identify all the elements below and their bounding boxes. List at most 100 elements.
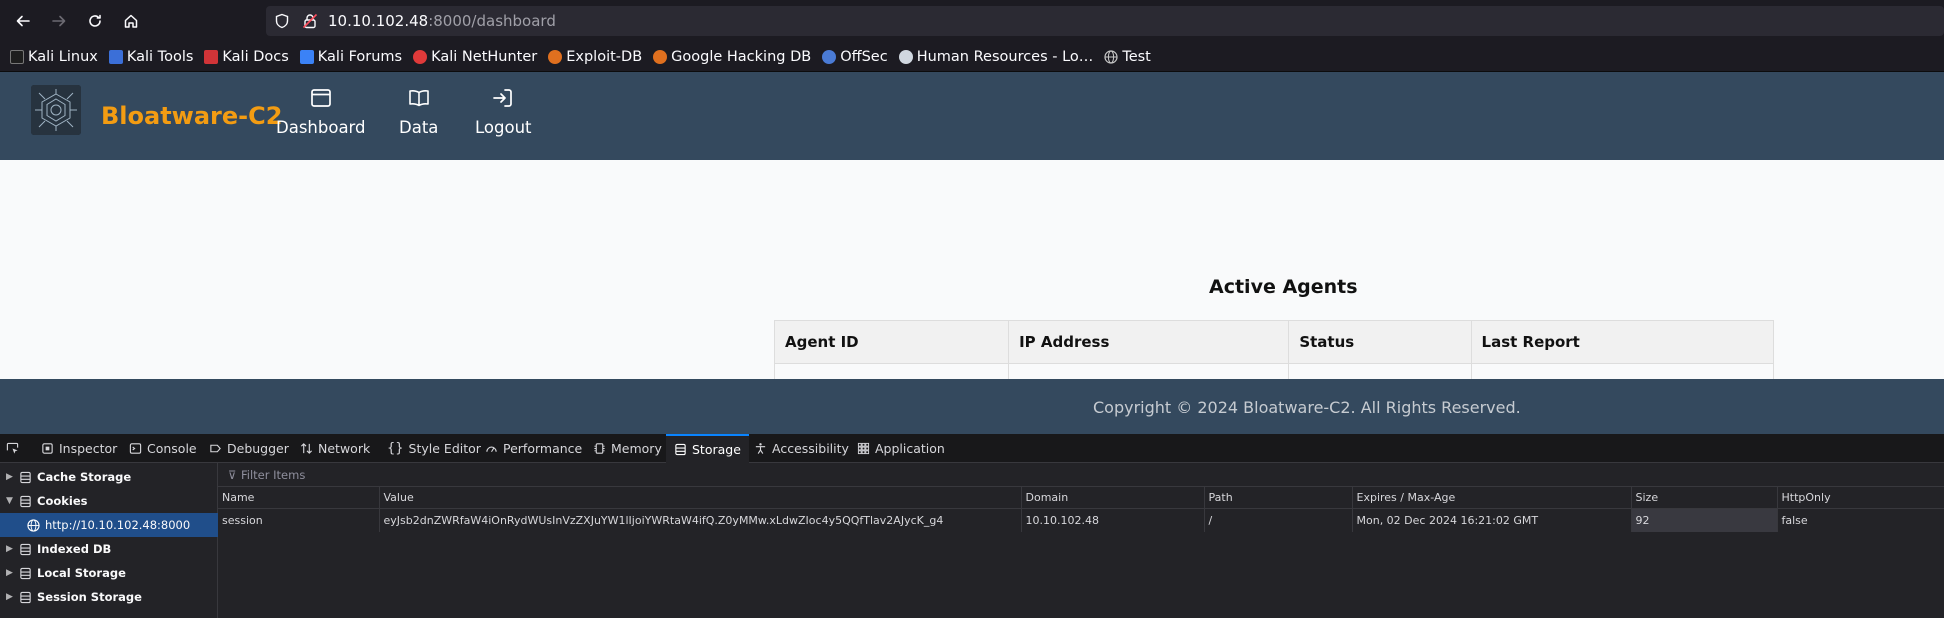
bookmark-label: Kali NetHunter (431, 48, 538, 65)
cookie-table: Name Value Domain Path Expires / Max-Age… (218, 487, 1944, 532)
back-button[interactable] (9, 8, 37, 34)
tree-cookie-origin[interactable]: http://10.10.102.48:8000 (0, 513, 218, 537)
bookmark-label: Google Hacking DB (671, 48, 812, 65)
url-text[interactable]: 10.10.102.48:8000/dashboard (328, 12, 556, 30)
tree-label: Session Storage (37, 590, 142, 604)
expand-arrow-icon[interactable]: ▶ (6, 592, 16, 602)
reload-button[interactable] (81, 8, 109, 34)
cookie-name[interactable]: session (218, 508, 380, 532)
bookmark-kali-docs[interactable]: Kali Docs (204, 49, 289, 65)
tab-debugger[interactable]: Debugger (209, 434, 289, 463)
nav-logout[interactable]: Logout (475, 86, 532, 137)
window-icon (310, 89, 331, 107)
cookie-size[interactable]: 92 (1631, 508, 1778, 532)
collapse-arrow-icon[interactable]: ▼ (6, 496, 16, 506)
filter-placeholder: Filter Items (241, 468, 306, 482)
col-domain[interactable]: Domain (1021, 487, 1205, 509)
col-name[interactable]: Name (218, 487, 380, 509)
bookmark-kali-tools[interactable]: Kali Tools (108, 48, 194, 65)
bookmark-test[interactable]: Test (1104, 49, 1151, 65)
nav-data-label: Data (399, 118, 439, 137)
bookmark-label: Kali Linux (28, 48, 98, 65)
tree-session-storage[interactable]: ▶ Session Storage (0, 585, 218, 609)
home-button[interactable] (117, 8, 145, 34)
tab-memory[interactable]: Memory (593, 434, 662, 463)
tab-accessibility[interactable]: Accessibility (754, 434, 849, 463)
tab-label: Debugger (227, 441, 289, 456)
offsec-icon (822, 49, 837, 64)
tab-label: Application (875, 441, 945, 456)
site-header: Bloatware-C2 Dashboard Data Logout (0, 72, 1944, 160)
nethunter-icon (413, 49, 428, 64)
bookmark-google-hacking-db[interactable]: Google Hacking DB (653, 49, 811, 65)
tab-inspector[interactable]: Inspector (41, 434, 117, 463)
col-expires[interactable]: Expires / Max-Age (1352, 487, 1632, 509)
reload-icon (89, 14, 101, 27)
tab-console[interactable]: Console (129, 434, 197, 463)
cookie-path[interactable]: / (1204, 508, 1353, 532)
tab-style-editor[interactable]: {} Style Editor (387, 434, 481, 463)
expand-arrow-icon[interactable]: ▶ (6, 544, 16, 554)
tab-label: Performance (503, 441, 583, 456)
bookmark-human-resources[interactable]: Human Resources - Lo… (898, 48, 1094, 65)
insecure-lock-icon[interactable] (302, 13, 318, 29)
gauge-icon (486, 446, 497, 453)
cookie-expires[interactable]: Mon, 02 Dec 2024 16:21:02 GMT (1352, 508, 1632, 532)
nav-logout-label: Logout (475, 118, 532, 137)
expand-arrow-icon[interactable]: ▶ (6, 568, 16, 578)
bookmark-label: Kali Forums (317, 48, 403, 65)
bookmark-kali-nethunter[interactable]: Kali NetHunter (413, 49, 537, 65)
forward-button[interactable] (45, 8, 73, 34)
devtools-panel: Inspector Console Debugger Network {} Sty… (0, 434, 1944, 618)
site-brand[interactable]: Bloatware-C2 (101, 102, 282, 130)
debugger-icon (210, 444, 221, 453)
bookmark-label: Exploit-DB (566, 48, 643, 65)
kali-dragon-icon (10, 49, 24, 64)
shield-icon[interactable] (274, 13, 290, 29)
col-value[interactable]: Value (379, 487, 1022, 509)
cookie-header-row: Name Value Domain Path Expires / Max-Age… (218, 487, 1944, 509)
col-httponly[interactable]: HttpOnly (1777, 487, 1944, 509)
tab-application[interactable]: Application (857, 434, 945, 463)
tab-performance[interactable]: Performance (485, 434, 582, 463)
cookie-httponly[interactable]: false (1777, 508, 1944, 532)
picker-icon (6, 442, 19, 454)
tree-cookies[interactable]: ▼ Cookies (0, 489, 218, 513)
tab-label: Accessibility (772, 441, 849, 456)
table-cell (773, 363, 1010, 379)
site-logo[interactable] (31, 85, 81, 135)
table-cell (1008, 363, 1290, 379)
nav-data[interactable]: Data (399, 86, 438, 137)
bookmark-label: Human Resources - Lo… (916, 48, 1094, 65)
tree-cache-storage[interactable]: ▶ Cache Storage (0, 465, 218, 489)
cookie-value[interactable]: eyJsb2dnZWRfaW4iOnRydWUsInVzZXJuYW1lIjoi… (379, 508, 1022, 532)
table-row[interactable]: session eyJsb2dnZWRfaW4iOnRydWUsInVzZXJu… (218, 508, 1944, 532)
tree-label: Cache Storage (37, 470, 132, 484)
tab-storage[interactable]: Storage (666, 434, 749, 463)
col-path[interactable]: Path (1204, 487, 1353, 509)
login-arrow-icon (493, 89, 513, 107)
kali-docs-icon (204, 49, 219, 64)
url-host: 10.10.102.48 (328, 12, 429, 30)
bookmark-exploit-db[interactable]: Exploit-DB (548, 49, 642, 65)
tree-label: http://10.10.102.48:8000 (45, 518, 191, 532)
filter-items-input[interactable]: ⊽ Filter Items (218, 463, 1944, 487)
col-size[interactable]: Size (1631, 487, 1778, 509)
storage-icon (20, 543, 31, 555)
col-status: Status (1288, 320, 1472, 364)
network-icon (300, 443, 313, 454)
bookmark-kali-forums[interactable]: Kali Forums (299, 48, 403, 65)
bookmark-kali-linux[interactable]: Kali Linux (10, 49, 98, 65)
tree-indexed-db[interactable]: ▶ Indexed DB (0, 537, 218, 561)
col-agent-id: Agent ID (773, 320, 1010, 364)
table-cell (1470, 363, 1775, 379)
nav-dashboard[interactable]: Dashboard (276, 86, 366, 137)
element-picker-button[interactable] (6, 434, 24, 463)
tab-network[interactable]: Network (300, 434, 370, 463)
tree-local-storage[interactable]: ▶ Local Storage (0, 561, 218, 585)
bookmark-label: Kali Tools (126, 48, 194, 65)
expand-arrow-icon[interactable]: ▶ (6, 472, 16, 482)
cookie-domain[interactable]: 10.10.102.48 (1021, 508, 1205, 532)
bookmark-offsec[interactable]: OffSec (822, 49, 888, 65)
address-bar[interactable]: 10.10.102.48:8000/dashboard (266, 6, 1944, 36)
